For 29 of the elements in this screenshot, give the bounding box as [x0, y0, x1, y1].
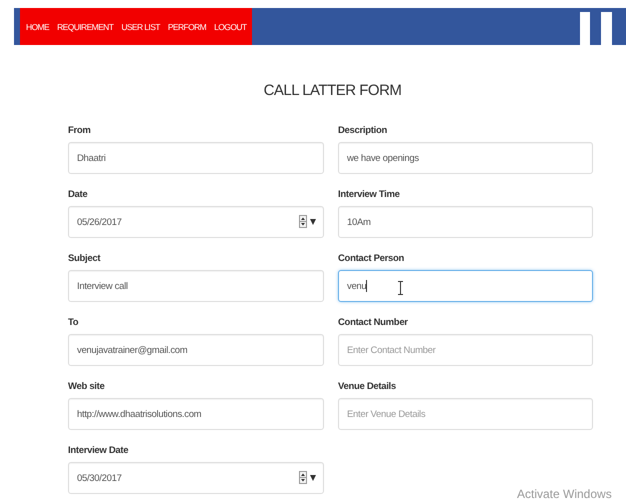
- nav-link[interactable]: USER LIST: [121, 22, 160, 32]
- input-field[interactable]: Dhaatri: [68, 142, 324, 174]
- input-field[interactable]: venu: [338, 270, 593, 302]
- input-field[interactable]: Enter Contact Number: [338, 334, 593, 366]
- field-label: Web site: [68, 381, 106, 392]
- input-field[interactable]: we have openings: [338, 142, 593, 174]
- activation-notice: Activate Windows: [517, 487, 612, 501]
- field-label: From: [68, 125, 92, 136]
- nav-link[interactable]: REQUIREMENT: [57, 22, 114, 32]
- form-title: CALL LATTER FORM: [262, 82, 402, 99]
- input-field[interactable]: Interview call: [68, 270, 324, 302]
- input-field[interactable]: http://www.dhaatrisolutions.com: [68, 398, 324, 430]
- input-field[interactable]: 05/26/2017: [68, 206, 324, 238]
- field-label: Interview Time: [338, 189, 401, 200]
- field-label: Contact Number: [338, 317, 409, 328]
- field-label: Date: [68, 189, 88, 200]
- nav-link[interactable]: HOME: [26, 22, 50, 32]
- field-label: Description: [338, 125, 388, 136]
- nav-link[interactable]: LOGOUT: [214, 22, 246, 32]
- field-label: To: [68, 317, 80, 328]
- input-field[interactable]: 10Am: [338, 206, 593, 238]
- input-field[interactable]: 05/30/2017: [68, 462, 324, 494]
- nav-link[interactable]: PERFORM: [168, 22, 206, 32]
- field-label: Subject: [68, 253, 102, 264]
- input-field[interactable]: venujavatrainer@gmail.com: [68, 334, 324, 366]
- field-label: Interview Date: [68, 445, 130, 456]
- field-label: Venue Details: [338, 381, 397, 392]
- field-label: Contact Person: [338, 253, 406, 264]
- input-field[interactable]: Enter Venue Details: [338, 398, 593, 430]
